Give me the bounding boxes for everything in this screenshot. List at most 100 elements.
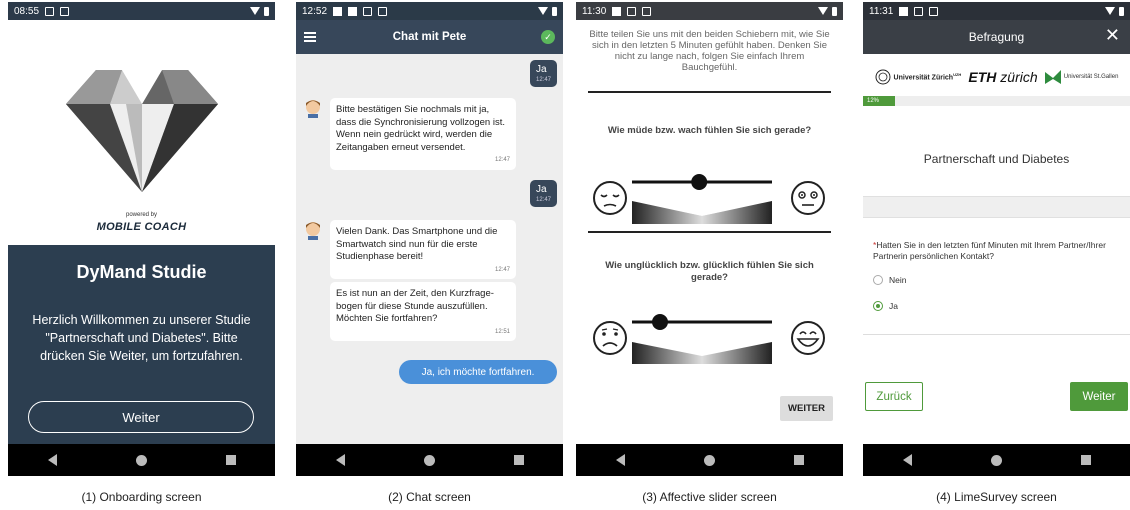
back-icon[interactable] <box>335 454 345 466</box>
slider-instructions: Bitte teilen Sie uns mit den beiden Schi… <box>589 29 830 73</box>
slider-question-1: Wie müde bzw. wach fühlen Sie sich gerad… <box>607 125 812 136</box>
weiter-button[interactable]: Weiter <box>1070 382 1128 411</box>
radio-button[interactable] <box>873 275 883 285</box>
welcome-text: Herzlich Willkommen zu unserer Studie "P… <box>32 313 251 363</box>
option-label: Nein <box>889 275 907 285</box>
wifi-icon <box>250 7 260 15</box>
weiter-button[interactable]: Weiter <box>28 401 254 433</box>
caption-slider: (3) Affective slider screen <box>642 490 777 504</box>
notification-icon <box>899 6 909 16</box>
recent-apps-icon[interactable] <box>793 455 804 465</box>
slider-thumb <box>652 314 668 330</box>
status-bar: 08:55 <box>8 2 275 20</box>
welcome-panel: DyMand Studie Herzlich Willkommen zu uns… <box>8 245 275 444</box>
message-text: Ja <box>535 64 547 75</box>
option-nein[interactable]: Nein <box>873 275 906 285</box>
recent-apps-icon[interactable] <box>1080 455 1091 465</box>
alert-face-icon <box>791 181 825 215</box>
hsg-logo: Universität St.Gallen <box>1044 70 1118 84</box>
affective-slider-1[interactable] <box>592 168 830 224</box>
uzh-seal-icon <box>875 69 891 85</box>
radio-button[interactable] <box>873 301 883 311</box>
home-icon[interactable] <box>423 454 435 466</box>
divider <box>588 231 831 233</box>
eth-logo: ETH zürich <box>968 69 1038 85</box>
status-bar: 11:31 <box>863 2 1130 20</box>
chat-title: Chat mit Pete <box>392 31 467 43</box>
home-icon[interactable] <box>135 454 147 466</box>
sim-icon <box>642 6 652 16</box>
slider-question-2: Wie unglücklich bzw. glücklich fühlen Si… <box>605 260 814 283</box>
battery-icon <box>552 6 557 16</box>
message-text: Es ist nun an der Zeit, den Kurzfrage-bo… <box>336 288 494 324</box>
university-logos: Universität ZürichUZH ETH zürich Univers… <box>863 60 1130 94</box>
affective-slider-2[interactable] <box>592 308 830 364</box>
user-message: Ja 12:47 <box>529 60 557 87</box>
answer-option-button[interactable]: Ja, ich möchte fortfahren. <box>399 360 557 384</box>
option-ja[interactable]: Ja <box>873 301 898 311</box>
uzh-logo: Universität ZürichUZH <box>875 69 961 85</box>
battery-icon <box>264 6 269 16</box>
status-bar: 12:52 <box>296 2 563 20</box>
weiter-button[interactable]: WEITER <box>780 396 833 421</box>
chat-phone: 12:52 Chat mit Pete ✓ Ja 12:47 Bitte bes… <box>296 2 563 476</box>
back-icon[interactable] <box>615 454 625 466</box>
status-time: 11:31 <box>869 5 894 17</box>
message-text: Vielen Dank. Das Smartphone und die Smar… <box>336 226 498 262</box>
zurueck-button[interactable]: Zurück <box>865 382 923 411</box>
option-label: Ja <box>889 301 898 311</box>
powered-by-label: powered by <box>125 212 158 218</box>
android-nav-bar <box>296 444 563 476</box>
wifi-icon <box>818 7 828 15</box>
message-time: 12:51 <box>494 328 510 335</box>
slider-thumb <box>691 174 708 190</box>
happy-face-icon <box>791 321 825 355</box>
notification-icon <box>612 6 622 16</box>
p-icon <box>363 6 373 16</box>
menu-icon[interactable] <box>304 32 316 42</box>
android-nav-bar <box>8 444 275 476</box>
onboarding-phone: 08:55 powered by MOBILE COACH DyMand Stu… <box>8 2 275 476</box>
logo-area: powered by MOBILE COACH <box>8 20 275 245</box>
notification-icon <box>333 6 343 16</box>
status-time: 11:30 <box>582 5 607 17</box>
caption-onboarding: (1) Onboarding screen <box>81 490 202 504</box>
home-icon[interactable] <box>990 454 1002 466</box>
progress-fill: 12% <box>863 96 896 106</box>
uzh-name: Universität Zürich <box>893 74 954 82</box>
back-icon[interactable] <box>902 454 912 466</box>
close-icon[interactable]: ✕ <box>1105 25 1120 46</box>
wifi-icon <box>1105 7 1115 15</box>
limesurvey-phone: 11:31 Befragung ✕ Universität ZürichUZH … <box>863 2 1130 476</box>
slider-phone: 11:30 Bitte teilen Sie uns mit den beide… <box>576 2 843 476</box>
message-time: 12:47 <box>494 266 510 273</box>
study-title: DyMand Studie <box>76 262 207 282</box>
android-nav-bar <box>863 444 1130 476</box>
message-time: 12:47 <box>535 77 551 83</box>
chat-app-bar: Chat mit Pete ✓ <box>296 20 563 54</box>
p-icon <box>45 6 55 16</box>
message-text: Ja <box>535 184 547 195</box>
section-band <box>863 196 1130 218</box>
message-time: 12:47 <box>535 197 551 203</box>
message-text: Bitte bestätigen Sie nochmals mit ja, da… <box>336 104 505 153</box>
back-icon[interactable] <box>47 454 57 466</box>
battery-icon <box>832 6 837 16</box>
home-icon[interactable] <box>703 454 715 466</box>
survey-title: Befragung <box>968 30 1025 44</box>
recent-apps-icon[interactable] <box>225 455 236 465</box>
section-title: Partnerschaft und Diabetes <box>923 152 1070 166</box>
progress-bar: 12% <box>863 96 1130 106</box>
diamond-logo-icon <box>66 70 218 192</box>
android-nav-bar <box>576 444 843 476</box>
p-icon <box>914 6 924 16</box>
hsg-emblem-icon <box>1044 70 1061 84</box>
sleepy-face-icon <box>593 181 627 215</box>
user-message: Ja 12:47 <box>529 180 557 207</box>
coach-message: Es ist nun an der Zeit, den Kurzfrage-bo… <box>330 282 516 341</box>
sim-icon <box>60 6 70 16</box>
survey-app-bar: Befragung ✕ <box>863 20 1130 54</box>
recent-apps-icon[interactable] <box>513 455 524 465</box>
status-bar: 11:30 <box>576 2 843 20</box>
sim-icon <box>378 6 388 16</box>
